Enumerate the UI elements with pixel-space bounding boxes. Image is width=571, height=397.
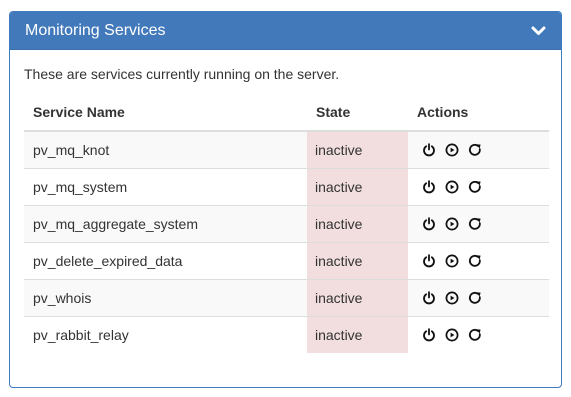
play-circle-icon[interactable]: [445, 291, 459, 305]
service-state-cell: inactive: [307, 278, 408, 316]
play-circle-icon[interactable]: [445, 143, 459, 157]
table-row: pv_mq_knot inactive: [24, 131, 549, 168]
service-actions-cell: [408, 278, 549, 316]
table-row: pv_whois inactive: [24, 278, 549, 316]
services-table: Service Name State Actions pv_mq_knot in…: [24, 94, 549, 353]
restart-icon[interactable]: [468, 328, 482, 342]
service-name-cell: pv_rabbit_relay: [24, 315, 307, 353]
monitoring-services-panel: Monitoring Services These are services c…: [9, 11, 562, 388]
column-header-service-name: Service Name: [24, 94, 307, 132]
column-header-state: State: [307, 94, 408, 132]
restart-icon[interactable]: [468, 254, 482, 268]
restart-icon[interactable]: [468, 180, 482, 194]
service-state-cell: inactive: [307, 204, 408, 242]
table-header-row: Service Name State Actions: [24, 94, 549, 132]
service-state-cell: inactive: [307, 241, 408, 279]
play-circle-icon[interactable]: [445, 254, 459, 268]
restart-icon[interactable]: [468, 217, 482, 231]
play-circle-icon[interactable]: [445, 180, 459, 194]
restart-icon[interactable]: [468, 291, 482, 305]
chevron-down-icon[interactable]: [529, 22, 547, 40]
power-icon[interactable]: [422, 179, 436, 194]
panel-header: Monitoring Services: [10, 12, 561, 50]
service-actions-cell: [408, 315, 549, 353]
service-state-cell: inactive: [307, 167, 408, 205]
service-actions-cell: [408, 131, 549, 168]
play-circle-icon[interactable]: [445, 217, 459, 231]
service-state-cell: inactive: [307, 131, 408, 168]
service-name-cell: pv_mq_system: [24, 167, 307, 205]
power-icon[interactable]: [422, 253, 436, 268]
service-actions-cell: [408, 167, 549, 205]
service-state-cell: inactive: [307, 315, 408, 353]
service-name-cell: pv_mq_knot: [24, 131, 307, 168]
panel-intro-text: These are services currently running on …: [24, 66, 340, 82]
restart-icon[interactable]: [468, 143, 482, 157]
service-name-cell: pv_mq_aggregate_system: [24, 204, 307, 242]
power-icon[interactable]: [422, 290, 436, 305]
table-row: pv_rabbit_relay inactive: [24, 315, 549, 353]
power-icon[interactable]: [422, 328, 436, 342]
table-row: pv_delete_expired_data inactive: [24, 241, 549, 279]
play-circle-icon[interactable]: [445, 328, 459, 342]
service-name-cell: pv_delete_expired_data: [24, 241, 307, 279]
table-row: pv_mq_system inactive: [24, 167, 549, 205]
power-icon[interactable]: [422, 216, 436, 231]
service-actions-cell: [408, 241, 549, 279]
table-row: pv_mq_aggregate_system inactive: [24, 204, 549, 242]
service-actions-cell: [408, 204, 549, 242]
panel-title: Monitoring Services: [25, 21, 166, 39]
power-icon[interactable]: [422, 143, 436, 157]
panel-body: These are services currently running on …: [10, 50, 561, 353]
service-name-cell: pv_whois: [24, 278, 307, 316]
services-table-body: pv_mq_knot inactive pv_mq_system inactiv…: [24, 131, 549, 353]
column-header-actions: Actions: [408, 94, 549, 132]
